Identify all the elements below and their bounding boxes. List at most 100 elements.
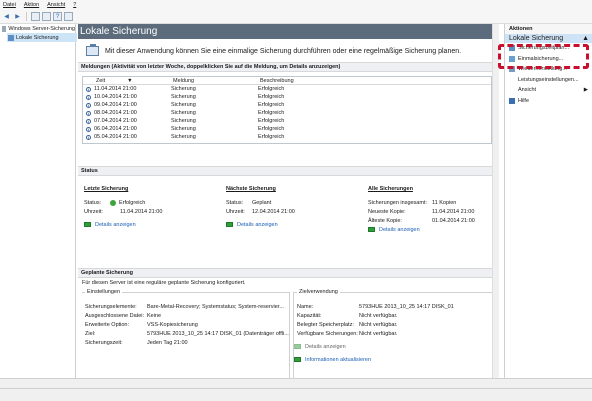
setting-value: Keine <box>147 312 162 319</box>
refresh-icon <box>294 357 301 362</box>
back-arrow-icon[interactable]: ◀ <box>2 12 11 21</box>
setting-row: Ziel: 5793HUE 2013_10_25 14:17 DISK_01 (D… <box>85 329 289 338</box>
toolbar-separator <box>26 12 27 21</box>
intro-row: Mit dieser Anwendung können Sie eine ein… <box>78 39 499 59</box>
time-value: 11.04.2014 21:00 <box>120 208 163 215</box>
setting-value: Nicht verfügbar. <box>359 321 398 328</box>
total-value: 11 Kopien <box>432 199 457 206</box>
setting-key: Ausgeschlossene Datei: <box>85 312 145 319</box>
tree-item-local-backup[interactable]: Lokale Sicherung <box>7 33 77 42</box>
action-performance[interactable]: Leistungseinstellungen... <box>505 75 592 86</box>
table-row[interactable]: i 10.04.2014 21:00 Sicherung Erfolgreich <box>83 93 491 101</box>
tree-child-label: Lokale Sicherung <box>16 34 59 41</box>
cell-description: Erfolgreich <box>258 94 285 100</box>
info-icon: i <box>86 134 91 140</box>
info-icon: i <box>86 126 91 132</box>
highlight-annotation <box>498 44 589 69</box>
all-backups-title: Alle Sicherungen <box>368 186 413 192</box>
status-section: Status Letzte Sicherung Status: Erfolgrei… <box>78 166 499 276</box>
setting-row: Name: 5793HUE 2013_10_25 14:17 DISK_01 <box>297 302 494 311</box>
actions-section-local-backup[interactable]: Lokale Sicherung ▲ <box>505 34 592 43</box>
setting-key: Verfügbare Sicherungen: <box>297 330 358 337</box>
messages-section: Meldungen (Aktivität von letzter Woche, … <box>78 62 499 154</box>
target-details-link[interactable]: Details anzeigen <box>294 342 494 351</box>
cell-time: 05.04.2014 21:00 <box>94 134 137 140</box>
messages-heading: Meldungen (Aktivität von letzter Woche, … <box>78 62 499 72</box>
setting-key: Sicherungszeit: <box>85 339 123 346</box>
help-icon[interactable]: ? <box>53 12 62 21</box>
backup-icon <box>8 34 14 41</box>
cell-time: 06.04.2014 21:00 <box>94 126 137 132</box>
table-row[interactable]: i 09.04.2014 21:00 Sicherung Erfolgreich <box>83 101 491 109</box>
refresh-info-link[interactable]: Informationen aktualisieren <box>294 355 494 364</box>
table-row[interactable]: i 06.04.2014 21:00 Sicherung Erfolgreich <box>83 125 491 133</box>
info-icon: i <box>86 110 91 116</box>
info-icon: i <box>86 86 91 92</box>
details-arrow-icon <box>84 222 91 227</box>
cell-description: Erfolgreich <box>258 134 285 140</box>
all-backups-details-link[interactable]: Details anzeigen <box>368 225 493 234</box>
planned-section: Geplante Sicherung Für diesen Server ist… <box>78 268 499 388</box>
oldest-value: 01.04.2014 21:00 <box>432 217 475 224</box>
collapse-arrow-icon[interactable]: ▲ <box>582 35 589 42</box>
cell-description: Erfolgreich <box>258 86 285 92</box>
column-header-beschreibung[interactable]: Beschreibung <box>258 77 408 84</box>
setting-key: Sicherungselemente: <box>85 303 137 310</box>
action-help[interactable]: Hilfe <box>505 96 592 107</box>
setting-value: Bare-Metal-Recovery; Systemstatus; Syste… <box>147 303 284 310</box>
horizontal-scrollbar[interactable] <box>0 378 592 388</box>
forward-arrow-icon[interactable]: ▶ <box>13 12 22 21</box>
action-view[interactable]: Ansicht ▶ <box>505 85 592 96</box>
column-header-meldung[interactable]: Meldung <box>171 77 258 84</box>
console-tree-icon[interactable] <box>42 12 51 21</box>
setting-key: Name: <box>297 303 314 310</box>
status-label: Status: <box>226 199 244 206</box>
setting-row: Sicherungszeit: Jeden Tag 21:00 <box>85 338 289 347</box>
setting-row: Sicherungselemente: Bare-Metal-Recovery; … <box>85 302 289 311</box>
toolbar: ◀ ▶ ? <box>0 10 592 24</box>
page-title: Lokale Sicherung <box>78 24 499 39</box>
total-label: Sicherungen insgesamt: <box>368 199 428 206</box>
next-backup-details-link[interactable]: Details anzeigen <box>226 220 356 229</box>
column-header-zeit[interactable]: Zeit ▼ <box>94 77 171 84</box>
last-backup-title: Letzte Sicherung <box>84 186 129 192</box>
main-vertical-scrollbar[interactable] <box>492 24 499 378</box>
status-value: Geplant <box>252 199 272 206</box>
time-label: Uhrzeit: <box>226 208 245 215</box>
server-icon <box>2 25 7 32</box>
properties-icon[interactable] <box>64 12 73 21</box>
planned-heading: Geplante Sicherung <box>78 268 499 278</box>
tree-item-root[interactable]: Windows Server-Sicherung <box>0 24 75 33</box>
table-row[interactable]: i 05.04.2014 21:00 Sicherung Erfolgreich <box>83 133 491 141</box>
setting-key: Erweiterte Option: <box>85 321 130 328</box>
time-value: 12.04.2014 21:00 <box>252 208 295 215</box>
menu-datei[interactable]: Datei <box>3 2 16 8</box>
table-row[interactable]: i 11.04.2014 21:00 Sicherung Erfolgreich <box>83 85 491 93</box>
next-backup-column: Nächste Sicherung Status: Geplant Uhrzeit… <box>226 186 356 229</box>
newest-label: Neueste Kopie: <box>368 208 406 215</box>
cell-description: Erfolgreich <box>258 110 285 116</box>
setting-value: Nicht verfügbar. <box>359 330 398 337</box>
backup-box-icon <box>86 44 99 56</box>
cell-description: Erfolgreich <box>258 126 285 132</box>
setting-value: 5793HUE 2013_10_25 14:17 DISK_01 (Datent… <box>147 330 289 337</box>
cell-message: Sicherung <box>171 118 196 124</box>
table-row[interactable]: i 07.04.2014 21:00 Sicherung Erfolgreich <box>83 117 491 125</box>
target-group: Zielverwendung Name: 5793HUE 2013_10_25 1… <box>293 289 495 380</box>
menu-aktion[interactable]: Aktion <box>24 2 39 8</box>
menu-help[interactable]: ? <box>73 2 76 8</box>
cell-message: Sicherung <box>171 110 196 116</box>
target-label: Zielverwendung <box>297 289 340 295</box>
table-row[interactable]: i 08.04.2014 21:00 Sicherung Erfolgreich <box>83 109 491 117</box>
menu-ansicht[interactable]: Ansicht <box>47 2 65 8</box>
actions-heading: Aktionen <box>505 24 592 34</box>
settings-group: Einstellungen Sicherungselemente: Bare-Me… <box>82 289 290 380</box>
submenu-arrow-icon: ▶ <box>583 87 588 94</box>
settings-label: Einstellungen <box>85 289 123 295</box>
success-icon <box>110 199 116 206</box>
help-icon <box>509 97 515 104</box>
info-icon: i <box>86 118 91 124</box>
last-backup-details-link[interactable]: Details anzeigen <box>84 220 214 229</box>
folder-icon[interactable] <box>31 12 40 21</box>
status-value: Erfolgreich <box>119 199 146 206</box>
